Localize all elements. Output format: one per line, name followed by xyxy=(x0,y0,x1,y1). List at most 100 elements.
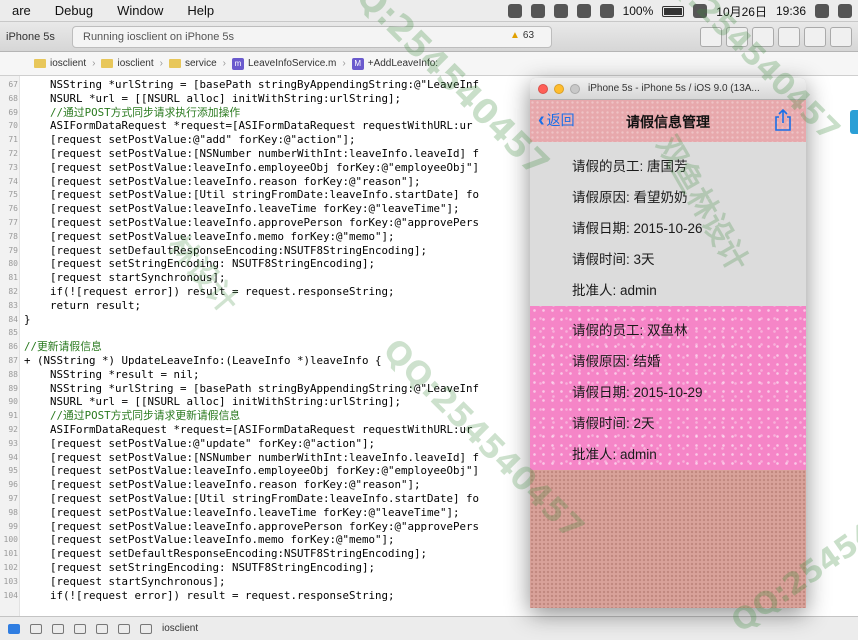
project-icon xyxy=(34,59,46,68)
code-text: [request setDefaultResponseEncoding:NSUT… xyxy=(24,243,428,257)
code-text: [request setPostValue:@"update" forKey:@… xyxy=(24,436,376,450)
location-icon[interactable] xyxy=(140,623,152,634)
crumb-label: +AddLeaveInfo: xyxy=(367,58,439,69)
assistant-editor-button[interactable] xyxy=(726,27,748,47)
pause-icon[interactable] xyxy=(30,623,42,634)
scheme-selector[interactable]: iPhone 5s xyxy=(0,28,61,46)
step-over-icon[interactable] xyxy=(52,623,64,634)
menu-window[interactable]: Window xyxy=(105,3,175,18)
line-number: 77 xyxy=(8,218,18,227)
code-text: [request setPostValue:@"add" forKey:@"ac… xyxy=(24,133,356,147)
chevron-right-icon: › xyxy=(159,58,163,69)
warning-icon: ▲ xyxy=(510,30,520,41)
crumb-project[interactable]: iosclient xyxy=(34,58,86,69)
code-text: [request setPostValue:leaveInfo.memo for… xyxy=(24,533,395,547)
line-number: 89 xyxy=(8,383,18,393)
code-text: ASIFormDataRequest *request=[ASIFormData… xyxy=(24,119,473,133)
simulator-title-bar[interactable]: iPhone 5s - iPhone 5s / iOS 9.0 (13A... xyxy=(530,78,806,100)
line-number: 75 xyxy=(8,190,18,200)
code-text: if(![request error]) result = request.re… xyxy=(24,588,395,602)
code-text: NSString *urlString = [basePath stringBy… xyxy=(24,78,480,91)
menu-time[interactable]: 19:36 xyxy=(776,4,806,18)
line-number: 95 xyxy=(8,466,18,476)
app-tray-icon[interactable] xyxy=(507,4,522,18)
minimize-window-button[interactable] xyxy=(554,84,564,94)
step-into-icon[interactable] xyxy=(74,623,86,634)
line-number: 103 xyxy=(3,576,18,586)
warning-count: 63 xyxy=(522,30,535,41)
window-controls xyxy=(538,84,580,94)
list-background xyxy=(530,470,806,608)
code-text: //更新请假信息 xyxy=(24,340,102,354)
spotlight-icon[interactable] xyxy=(815,4,829,18)
code-text: [request setStringEncoding: NSUTF8String… xyxy=(24,561,376,574)
qq-icon[interactable] xyxy=(530,4,545,18)
crumb-label: iosclient xyxy=(117,58,154,69)
crumb-method[interactable]: M +AddLeaveInfo: xyxy=(351,57,439,70)
warning-indicator[interactable]: ▲ 63 xyxy=(510,30,534,41)
line-number: 98 xyxy=(8,507,18,517)
chevron-right-icon: › xyxy=(92,58,96,69)
code-text: NSURL *url = [[NSURL alloc] initWithStri… xyxy=(24,91,402,105)
code-text: [request setPostValue:leaveInfo.memo for… xyxy=(24,229,395,243)
close-window-button[interactable] xyxy=(538,84,548,94)
line-number: 104 xyxy=(3,590,18,600)
crumb-file[interactable]: m LeaveInfoService.m xyxy=(232,57,336,70)
line-number: 78 xyxy=(8,231,18,241)
line-number: 80 xyxy=(8,259,18,269)
method-icon: M xyxy=(351,57,364,70)
zoom-window-button[interactable] xyxy=(570,84,580,94)
utilities-toggle-button[interactable] xyxy=(830,27,852,47)
duration-field: 请假时间: 3天 xyxy=(572,252,655,267)
debug-target-label: iosclient xyxy=(162,623,199,634)
code-text: [request setPostValue:[NSNumber numberWi… xyxy=(24,450,480,464)
navigator-toggle-button[interactable] xyxy=(778,27,800,47)
crumb-folder[interactable]: service xyxy=(168,58,217,69)
code-text: NSURL *url = [[NSURL alloc] initWithStri… xyxy=(24,395,402,409)
line-number: 79 xyxy=(8,245,18,255)
line-number: 85 xyxy=(8,328,18,338)
duration-field: 请假时间: 2天 xyxy=(572,416,655,431)
crumb-label: iosclient xyxy=(50,58,87,69)
menu-help[interactable]: Help xyxy=(175,3,226,18)
battery-icon[interactable] xyxy=(662,5,685,17)
menu-date[interactable]: 10月26日 xyxy=(716,3,767,20)
breakpoints-toggle-icon[interactable] xyxy=(8,623,20,634)
activity-viewer: Running iosclient on iPhone 5s xyxy=(72,26,552,48)
line-number: 83 xyxy=(8,300,18,310)
code-text: [request setPostValue:[NSNumber numberWi… xyxy=(24,147,480,160)
line-number: 69 xyxy=(8,107,18,117)
step-out-icon[interactable] xyxy=(96,623,108,634)
reason-field: 请假原因: 结婚 xyxy=(572,354,661,369)
version-editor-button[interactable] xyxy=(752,27,774,47)
input-method-icon[interactable] xyxy=(693,4,708,18)
code-text: [request setPostValue:leaveInfo.reason f… xyxy=(24,174,421,188)
menu-debug[interactable]: Debug xyxy=(43,3,105,18)
m-file-icon: m xyxy=(232,57,244,70)
date-field: 请假日期: 2015-10-26 xyxy=(572,221,703,236)
menu-edit[interactable]: are xyxy=(0,3,43,18)
code-text: [request setPostValue:leaveInfo.approveP… xyxy=(24,216,480,229)
network-icon[interactable] xyxy=(576,4,591,18)
share-icon[interactable] xyxy=(774,109,792,131)
code-text: NSString *result = nil; xyxy=(24,367,200,381)
view-debugger-icon[interactable] xyxy=(118,623,130,634)
code-text: ASIFormDataRequest *request=[ASIFormData… xyxy=(24,423,473,436)
crumb-group[interactable]: iosclient xyxy=(101,58,154,69)
leave-record-1[interactable]: 请假的员工: 唐国芳 请假原因: 看望奶奶 请假日期: 2015-10-26 请… xyxy=(530,142,806,306)
menu-bar: are Debug Window Help 100% 10月26日 19:36 xyxy=(0,0,858,22)
wifi-icon[interactable] xyxy=(599,4,614,18)
notification-icon[interactable] xyxy=(838,4,852,18)
simulator-window[interactable]: iPhone 5s - iPhone 5s / iOS 9.0 (13A... … xyxy=(530,78,806,608)
line-number: 97 xyxy=(8,494,18,503)
debug-area-toggle-button[interactable] xyxy=(804,27,826,47)
side-panel-tab[interactable] xyxy=(850,110,858,134)
line-number: 76 xyxy=(8,204,18,214)
standard-editor-button[interactable] xyxy=(700,27,722,47)
code-text: NSString *urlString = [basePath stringBy… xyxy=(24,381,480,395)
jump-bar: iosclient › iosclient › service › m Leave… xyxy=(0,52,858,76)
line-number: 71 xyxy=(8,135,18,145)
leave-record-2[interactable]: 请假的员工: 双鱼林 请假原因: 结婚 请假日期: 2015-10-29 请假时… xyxy=(530,306,806,470)
status-tray: 100% 10月26日 19:36 xyxy=(507,0,852,22)
penguin-icon[interactable] xyxy=(553,4,568,18)
